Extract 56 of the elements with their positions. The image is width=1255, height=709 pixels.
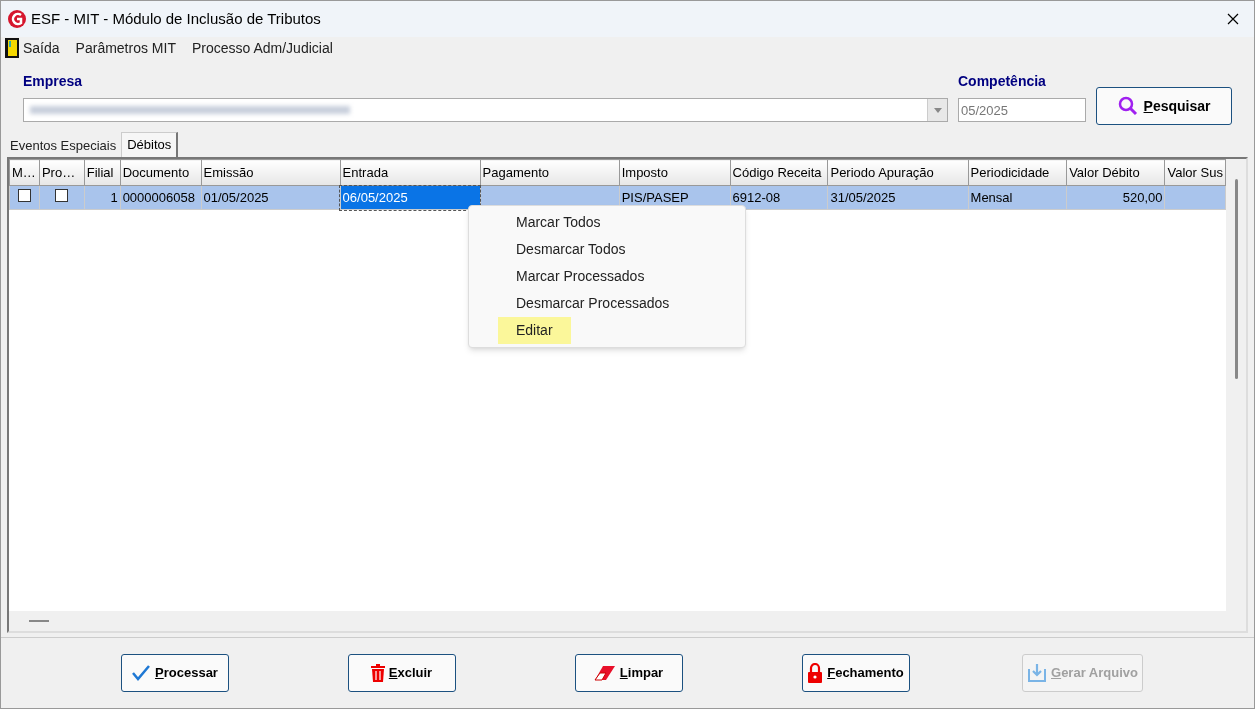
column-header[interactable]: Emissão — [201, 159, 341, 186]
app-logo-icon — [7, 9, 27, 29]
checkbox[interactable] — [55, 188, 69, 202]
field-label: Empresa — [23, 72, 84, 91]
menu-item[interactable]: Saída — [23, 37, 60, 59]
search-icon — [1117, 96, 1138, 116]
menu-item[interactable]: Parâmetros MIT — [75, 37, 176, 59]
tab[interactable]: Eventos Especiais — [5, 135, 122, 157]
checkbox[interactable] — [17, 188, 31, 202]
close-icon — [1227, 13, 1239, 25]
dropdown-arrow-button[interactable] — [927, 99, 947, 121]
column-header[interactable]: M… — [9, 159, 40, 186]
menu-item[interactable]: Processo Adm/Judicial — [191, 37, 333, 59]
column-header[interactable]: Valor Débito — [1066, 159, 1165, 186]
context-menu-item[interactable]: Marcar Todos — [498, 209, 619, 236]
door-icon — [5, 38, 19, 58]
check-icon — [131, 664, 152, 682]
column-header[interactable]: Documento — [120, 159, 202, 186]
lock-icon — [807, 663, 824, 683]
context-menu-item[interactable]: Marcar Processados — [498, 263, 663, 290]
table-cell: 31/05/2025 — [827, 185, 969, 210]
action-button[interactable]: Processar — [120, 654, 229, 692]
tab[interactable]: Débitos — [121, 132, 179, 157]
search-button[interactable]: Pesquisar — [1096, 87, 1232, 125]
caret-icon — [933, 107, 942, 113]
period-field[interactable]: 05/2025 — [958, 98, 1086, 122]
context-menu-item[interactable]: Desmarcar Todos — [498, 236, 644, 263]
horizontal-scrollbar[interactable] — [9, 611, 1246, 631]
context-menu-item[interactable]: Editar — [498, 317, 571, 344]
column-header[interactable]: Filial — [84, 159, 121, 186]
company-dropdown[interactable] — [23, 98, 948, 122]
action-button[interactable]: Fechamento — [801, 654, 910, 692]
table-cell — [1165, 185, 1226, 210]
column-header[interactable]: Código Receita — [730, 159, 828, 186]
field-label: Competência — [958, 72, 1047, 91]
table-cell: 01/05/2025 — [201, 185, 341, 210]
column-header[interactable]: Imposto — [619, 159, 731, 186]
action-button[interactable]: Limpar — [574, 654, 683, 692]
trash-icon — [370, 664, 385, 682]
column-header[interactable]: Pro… — [39, 159, 85, 186]
column-header[interactable]: Valor Sus — [1165, 159, 1226, 186]
column-header[interactable]: Periodicidade — [968, 159, 1067, 186]
action-button[interactable]: Excluir — [347, 654, 456, 692]
table-cell: Mensal — [968, 185, 1067, 210]
table-cell: 1 — [84, 185, 121, 210]
eraser-icon — [593, 665, 616, 681]
column-header[interactable]: Entrada — [340, 159, 481, 186]
window-title: ESF - MIT - Módulo de Inclusão de Tributos — [31, 8, 321, 29]
vertical-scrollbar[interactable] — [1226, 159, 1246, 611]
context-menu-item[interactable]: Desmarcar Processados — [498, 290, 688, 317]
column-header[interactable]: Periodo Apuração — [827, 159, 969, 186]
table-cell: 520,00 — [1066, 185, 1165, 210]
table-cell: 06/05/2025 — [340, 185, 481, 210]
download-icon — [1027, 663, 1047, 683]
table-cell: 0000006058 — [120, 185, 202, 210]
column-header[interactable]: Pagamento — [480, 159, 620, 186]
